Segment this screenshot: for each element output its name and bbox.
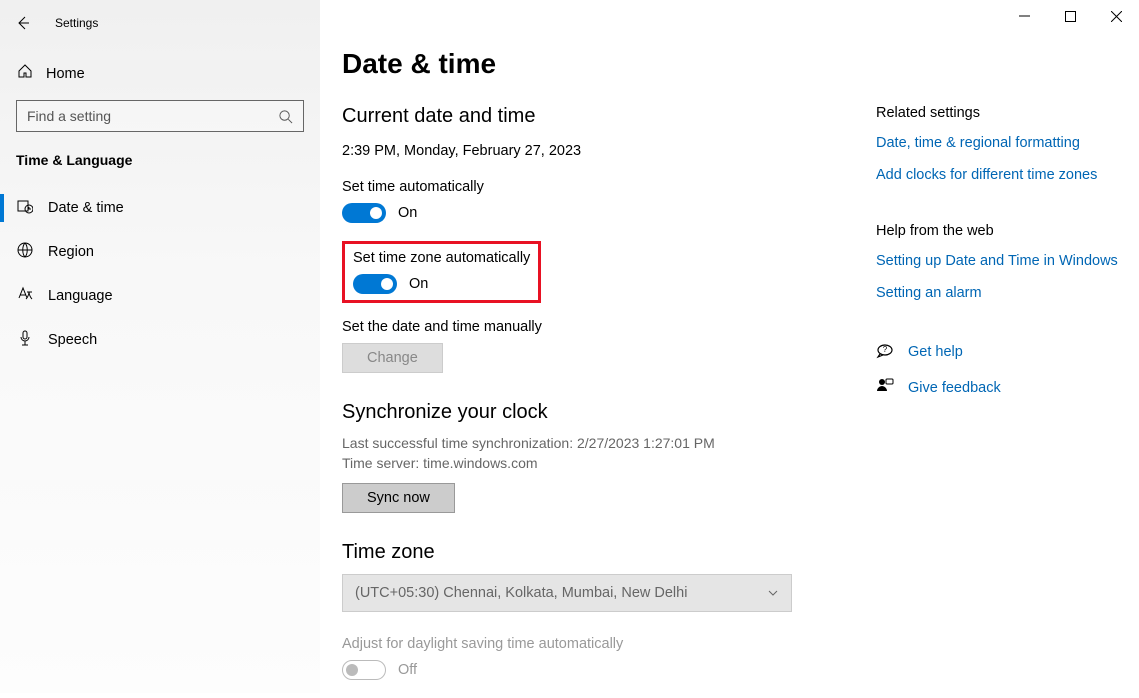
language-icon (16, 286, 34, 307)
get-help-row[interactable]: ? Get help (876, 341, 1126, 363)
dst-label: Adjust for daylight saving time automati… (342, 636, 842, 652)
sidebar-home[interactable]: Home (0, 55, 320, 92)
manual-datetime-label: Set the date and time manually (342, 319, 842, 335)
set-time-auto-label: Set time automatically (342, 179, 842, 195)
back-button[interactable] (0, 0, 45, 45)
sidebar-item-label: Language (48, 288, 113, 304)
sidebar-category: Time & Language (0, 132, 320, 180)
sidebar-item-label: Date & time (48, 200, 124, 216)
related-settings-block: Related settings Date, time & regional f… (876, 105, 1126, 183)
home-icon (16, 63, 34, 84)
timezone-value: (UTC+05:30) Chennai, Kolkata, Mumbai, Ne… (355, 585, 687, 601)
left-panel: Settings Home Time & Language Date & tim… (0, 0, 320, 693)
sync-now-button[interactable]: Sync now (342, 483, 455, 513)
feedback-icon (876, 377, 894, 399)
highlight-annotation: Set time zone automatically On (342, 241, 541, 303)
sidebar-nav: Date & time Region Language Speech (0, 186, 320, 362)
search-box[interactable] (16, 100, 304, 132)
sidebar-item-label: Speech (48, 332, 97, 348)
globe-icon (16, 242, 34, 263)
sync-heading: Synchronize your clock (342, 401, 842, 424)
set-time-auto-row: On (342, 203, 842, 223)
timezone-dropdown: (UTC+05:30) Chennai, Kolkata, Mumbai, Ne… (342, 574, 792, 612)
back-arrow-icon (15, 15, 31, 31)
feedback-link[interactable]: Give feedback (908, 380, 1001, 396)
close-button[interactable] (1093, 0, 1139, 32)
change-button: Change (342, 343, 443, 373)
timezone-heading: Time zone (342, 541, 842, 564)
page-title: Date & time (342, 48, 842, 80)
help-web-heading: Help from the web (876, 223, 1126, 239)
help-chat-icon: ? (876, 341, 894, 363)
search-input[interactable] (27, 108, 267, 124)
microphone-icon (16, 330, 34, 351)
calendar-clock-icon (16, 198, 34, 219)
close-icon (1111, 11, 1122, 22)
help-link-setup[interactable]: Setting up Date and Time in Windows (876, 253, 1126, 269)
svg-text:?: ? (883, 345, 888, 354)
set-tz-auto-label: Set time zone automatically (353, 250, 530, 266)
set-time-auto-toggle[interactable] (342, 203, 386, 223)
set-tz-auto-state: On (409, 276, 428, 292)
sidebar-item-language[interactable]: Language (0, 274, 320, 318)
related-link-formatting[interactable]: Date, time & regional formatting (876, 135, 1126, 151)
window-controls (1001, 0, 1139, 32)
current-datetime-heading: Current date and time (342, 105, 842, 128)
sidebar-item-label: Region (48, 244, 94, 260)
last-sync-text: Last successful time synchronization: 2/… (342, 434, 842, 454)
sync-info: Last successful time synchronization: 2/… (342, 434, 842, 473)
minimize-button[interactable] (1001, 0, 1047, 32)
help-web-block: Help from the web Setting up Date and Ti… (876, 223, 1126, 301)
related-link-clocks[interactable]: Add clocks for different time zones (876, 167, 1126, 183)
dst-toggle (342, 660, 386, 680)
help-link-alarm[interactable]: Setting an alarm (876, 285, 1126, 301)
time-server-text: Time server: time.windows.com (342, 454, 842, 474)
titlebar: Settings (0, 0, 320, 45)
minimize-icon (1019, 11, 1030, 22)
related-heading: Related settings (876, 105, 1126, 121)
search-icon (278, 109, 293, 124)
chevron-down-icon (767, 587, 779, 599)
main-content: Date & time Current date and time 2:39 P… (342, 48, 842, 698)
set-tz-auto-toggle[interactable] (353, 274, 397, 294)
feedback-row[interactable]: Give feedback (876, 377, 1126, 399)
get-help-link[interactable]: Get help (908, 344, 963, 360)
right-column: Related settings Date, time & regional f… (876, 105, 1126, 413)
dst-state: Off (398, 662, 417, 678)
sidebar-item-speech[interactable]: Speech (0, 318, 320, 362)
window-title: Settings (55, 16, 98, 30)
sidebar-item-region[interactable]: Region (0, 230, 320, 274)
set-time-auto-state: On (398, 205, 417, 221)
set-tz-auto-row: On (353, 274, 530, 294)
current-datetime-value: 2:39 PM, Monday, February 27, 2023 (342, 143, 842, 159)
sidebar-home-label: Home (46, 66, 85, 82)
maximize-button[interactable] (1047, 0, 1093, 32)
sidebar-item-date-time[interactable]: Date & time (0, 186, 320, 230)
maximize-icon (1065, 11, 1076, 22)
dst-row: Off (342, 660, 842, 680)
